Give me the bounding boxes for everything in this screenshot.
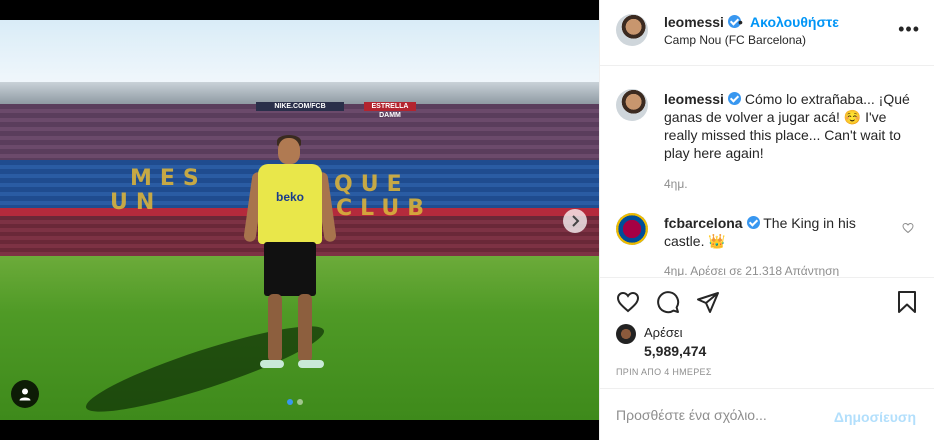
action-bar [600, 277, 934, 325]
comment-text: fcbarcelona The King in his castle. 👑 [664, 214, 889, 250]
chevron-right-icon [572, 215, 580, 227]
avatar[interactable] [616, 89, 648, 121]
verified-badge-icon [727, 92, 741, 105]
caption-time[interactable]: 4ημ. [664, 177, 688, 191]
post-header: leomessi • Ακολουθήστε Camp Nou (FC Barc… [600, 0, 934, 66]
post-media[interactable]: NIKE.COM/FCB ESTRELLA DAMM MES UN QUE CL… [0, 0, 599, 440]
follow-button[interactable]: Ακολουθήστε [750, 14, 839, 30]
more-options-icon[interactable]: ••• [898, 20, 920, 38]
post-modal: NIKE.COM/FCB ESTRELLA DAMM MES UN QUE CL… [0, 0, 934, 440]
username-text[interactable]: leomessi [664, 14, 724, 30]
player-leg [268, 294, 282, 362]
carousel-dot [287, 399, 293, 405]
publish-button[interactable]: Δημοσίευση [834, 409, 916, 425]
caption-text: leomessi Cómo lo extrañaba... ¡Qué ganas… [664, 90, 914, 162]
comment-like-heart-icon[interactable] [902, 222, 914, 234]
seat-lettering: CLUB [336, 196, 433, 221]
avatar[interactable] [616, 213, 648, 245]
carousel-indicator [287, 399, 303, 405]
comment-meta[interactable]: 4ημ. Αρέσει σε 21.318 Απάντηση [664, 264, 839, 276]
author-username[interactable]: leomessi [664, 14, 741, 30]
post-date[interactable]: ΠΡΙΝ ΑΠΟ 4 ΗΜΕΡΕΣ [616, 367, 712, 377]
comment-bubble-icon[interactable] [656, 290, 680, 314]
shirt-logo: beko [276, 190, 305, 204]
caption-username[interactable]: leomessi [664, 91, 724, 107]
liker-avatar[interactable] [616, 324, 636, 344]
likes-label: Αρέσει [644, 325, 683, 340]
like-heart-icon[interactable] [616, 290, 640, 314]
seat-lettering: MES [130, 166, 207, 191]
seat-lettering: UN [110, 190, 163, 215]
add-comment-section: Δημοσίευση [600, 388, 934, 440]
carousel-dot [297, 399, 303, 405]
verified-badge-icon [746, 216, 760, 229]
user-icon [19, 388, 31, 401]
player-leg [298, 294, 312, 362]
stadium-roof [0, 82, 599, 104]
location-link[interactable]: Camp Nou (FC Barcelona) [664, 33, 806, 47]
separator-dot: • [738, 14, 743, 30]
post-photo[interactable]: NIKE.COM/FCB ESTRELLA DAMM MES UN QUE CL… [0, 20, 599, 420]
comment-username[interactable]: fcbarcelona [664, 215, 743, 231]
player-shorts [264, 242, 316, 296]
share-paper-plane-icon[interactable] [696, 290, 720, 314]
comments-list[interactable]: leomessi Cómo lo extrañaba... ¡Qué ganas… [600, 67, 934, 276]
player-head [278, 138, 300, 164]
tagged-users-button[interactable] [11, 380, 39, 408]
comment-input[interactable] [616, 407, 826, 423]
player-shoe [260, 360, 284, 368]
post-sidebar: leomessi • Ακολουθήστε Camp Nou (FC Barc… [599, 0, 934, 440]
player-shoe [298, 360, 324, 368]
avatar[interactable] [616, 14, 648, 46]
carousel-next-button[interactable] [563, 209, 587, 233]
stadium-banner-nike: NIKE.COM/FCB [256, 102, 344, 111]
seat-lettering: QUE [334, 172, 410, 197]
save-bookmark-icon[interactable] [896, 290, 918, 314]
likes-count[interactable]: 5,989,474 [644, 343, 706, 359]
stadium-banner-estrella: ESTRELLA DAMM [364, 102, 416, 119]
player-figure: beko [243, 135, 337, 368]
player-shirt [258, 164, 322, 244]
